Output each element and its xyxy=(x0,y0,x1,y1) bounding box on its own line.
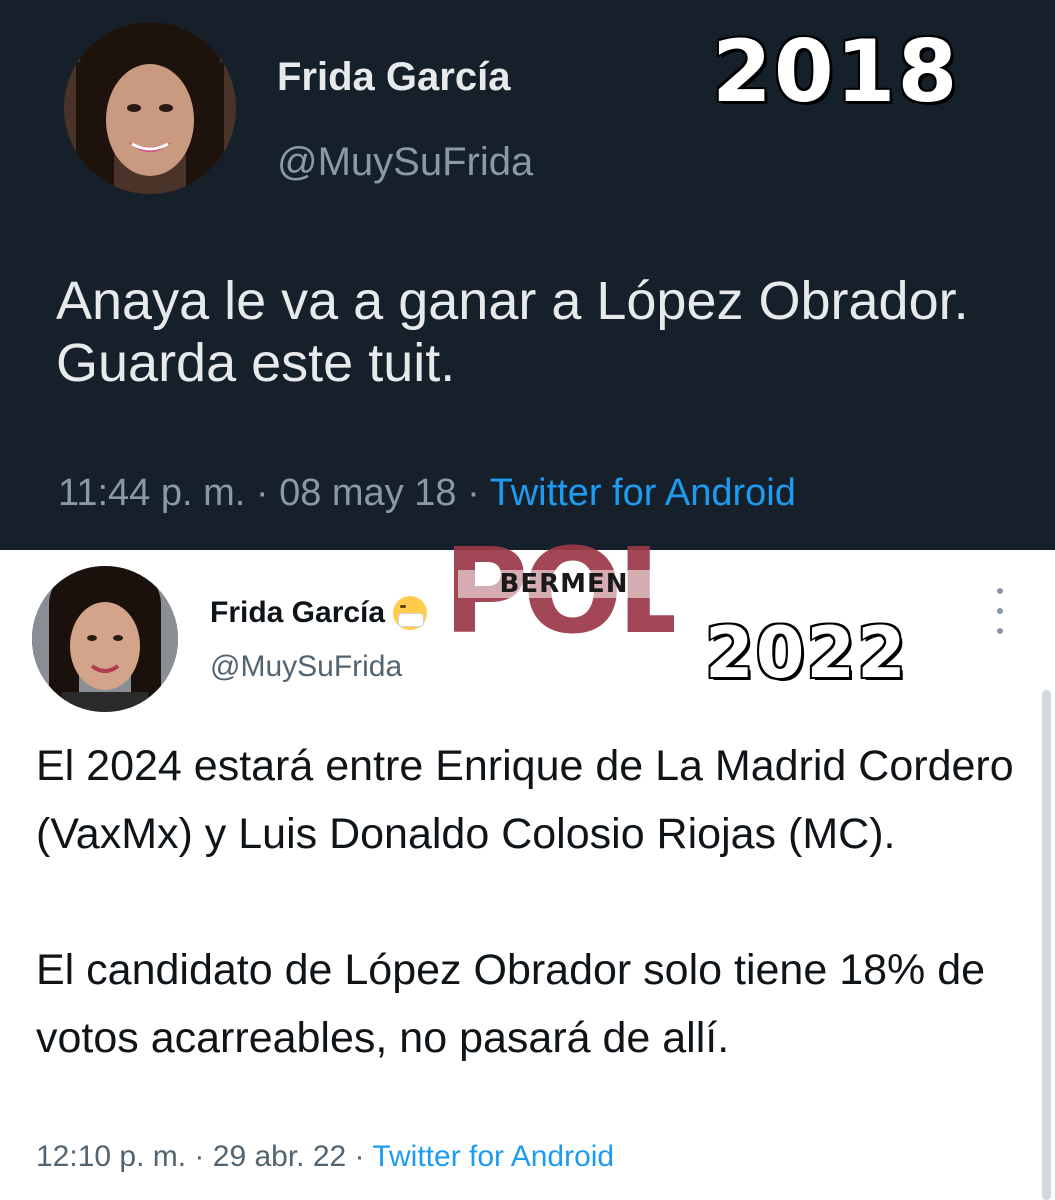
tweet-date[interactable]: 29 abr. 22 xyxy=(213,1140,346,1173)
more-options-icon[interactable] xyxy=(990,588,1010,634)
face-with-medical-mask-icon xyxy=(393,596,428,630)
tweet-time[interactable]: 11:44 p. m. xyxy=(58,472,245,514)
avatar[interactable] xyxy=(32,566,178,712)
meta-separator: · xyxy=(245,472,280,514)
avatar-photo-icon xyxy=(64,22,236,194)
tweet-time[interactable]: 12:10 p. m. xyxy=(36,1140,186,1173)
user-handle[interactable]: @MuySuFrida xyxy=(210,650,402,684)
svg-text:BERMEN: BERMEN xyxy=(500,569,629,599)
year-label-2022: 2022 xyxy=(704,611,908,696)
meta-separator: · xyxy=(346,1140,373,1173)
tweet-meta: 12:10 p. m. · 29 abr. 22 · Twitter for A… xyxy=(36,1140,614,1174)
tweet-date[interactable]: 08 may 18 xyxy=(279,472,456,514)
display-name-text: Frida García xyxy=(210,596,386,629)
scrollbar[interactable] xyxy=(1042,690,1051,1200)
tweet-text: Anaya le va a ganar a López Obrador. Gua… xyxy=(56,271,969,393)
tweet-source-link[interactable]: Twitter for Android xyxy=(372,1140,614,1173)
year-label-2018: 2018 xyxy=(710,21,960,124)
tweet-text: El 2024 estará entre Enrique de La Madri… xyxy=(36,742,1014,1062)
meta-separator: · xyxy=(456,472,490,514)
meta-separator: · xyxy=(186,1140,213,1173)
tweet-source-link[interactable]: Twitter for Android xyxy=(490,472,796,514)
avatar-photo-icon xyxy=(32,566,178,712)
avatar[interactable] xyxy=(64,22,236,194)
user-handle[interactable]: @MuySuFrida xyxy=(277,140,533,185)
display-name[interactable]: Frida García xyxy=(277,55,510,100)
polbermen-watermark-logo: POL BERMEN xyxy=(454,522,674,645)
display-name[interactable]: Frida García xyxy=(210,596,428,630)
tweet-card-2018: Frida García @MuySuFrida Anaya le va a g… xyxy=(0,0,1055,550)
tweet-meta: 11:44 p. m. · 08 may 18 · Twitter for An… xyxy=(58,472,796,515)
